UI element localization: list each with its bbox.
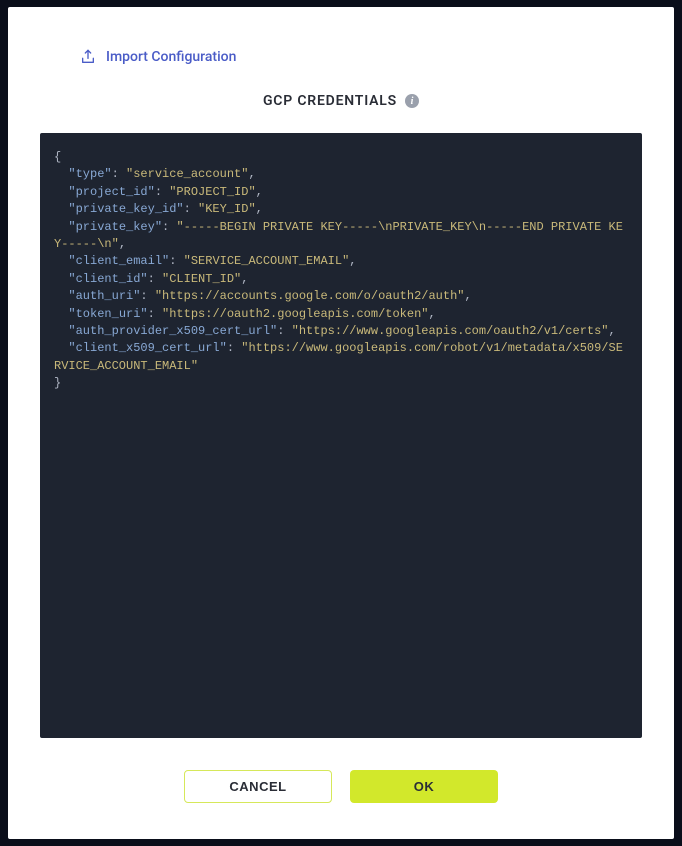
modal-title: GCP CREDENTIALS bbox=[263, 93, 397, 109]
cancel-button[interactable]: CANCEL bbox=[184, 770, 332, 803]
credentials-modal: Import Configuration GCP CREDENTIALS i {… bbox=[8, 7, 674, 839]
title-row: GCP CREDENTIALS i bbox=[8, 65, 674, 133]
button-row: CANCEL OK bbox=[8, 738, 674, 839]
ok-button[interactable]: OK bbox=[350, 770, 498, 803]
import-icon bbox=[80, 49, 96, 65]
info-icon[interactable]: i bbox=[405, 94, 419, 108]
credentials-json: { "type": "service_account", "project_id… bbox=[54, 150, 623, 390]
import-link-label: Import Configuration bbox=[106, 49, 236, 65]
import-configuration-link[interactable]: Import Configuration bbox=[80, 49, 236, 65]
import-row: Import Configuration bbox=[8, 7, 674, 65]
credentials-code-area[interactable]: { "type": "service_account", "project_id… bbox=[40, 133, 642, 738]
